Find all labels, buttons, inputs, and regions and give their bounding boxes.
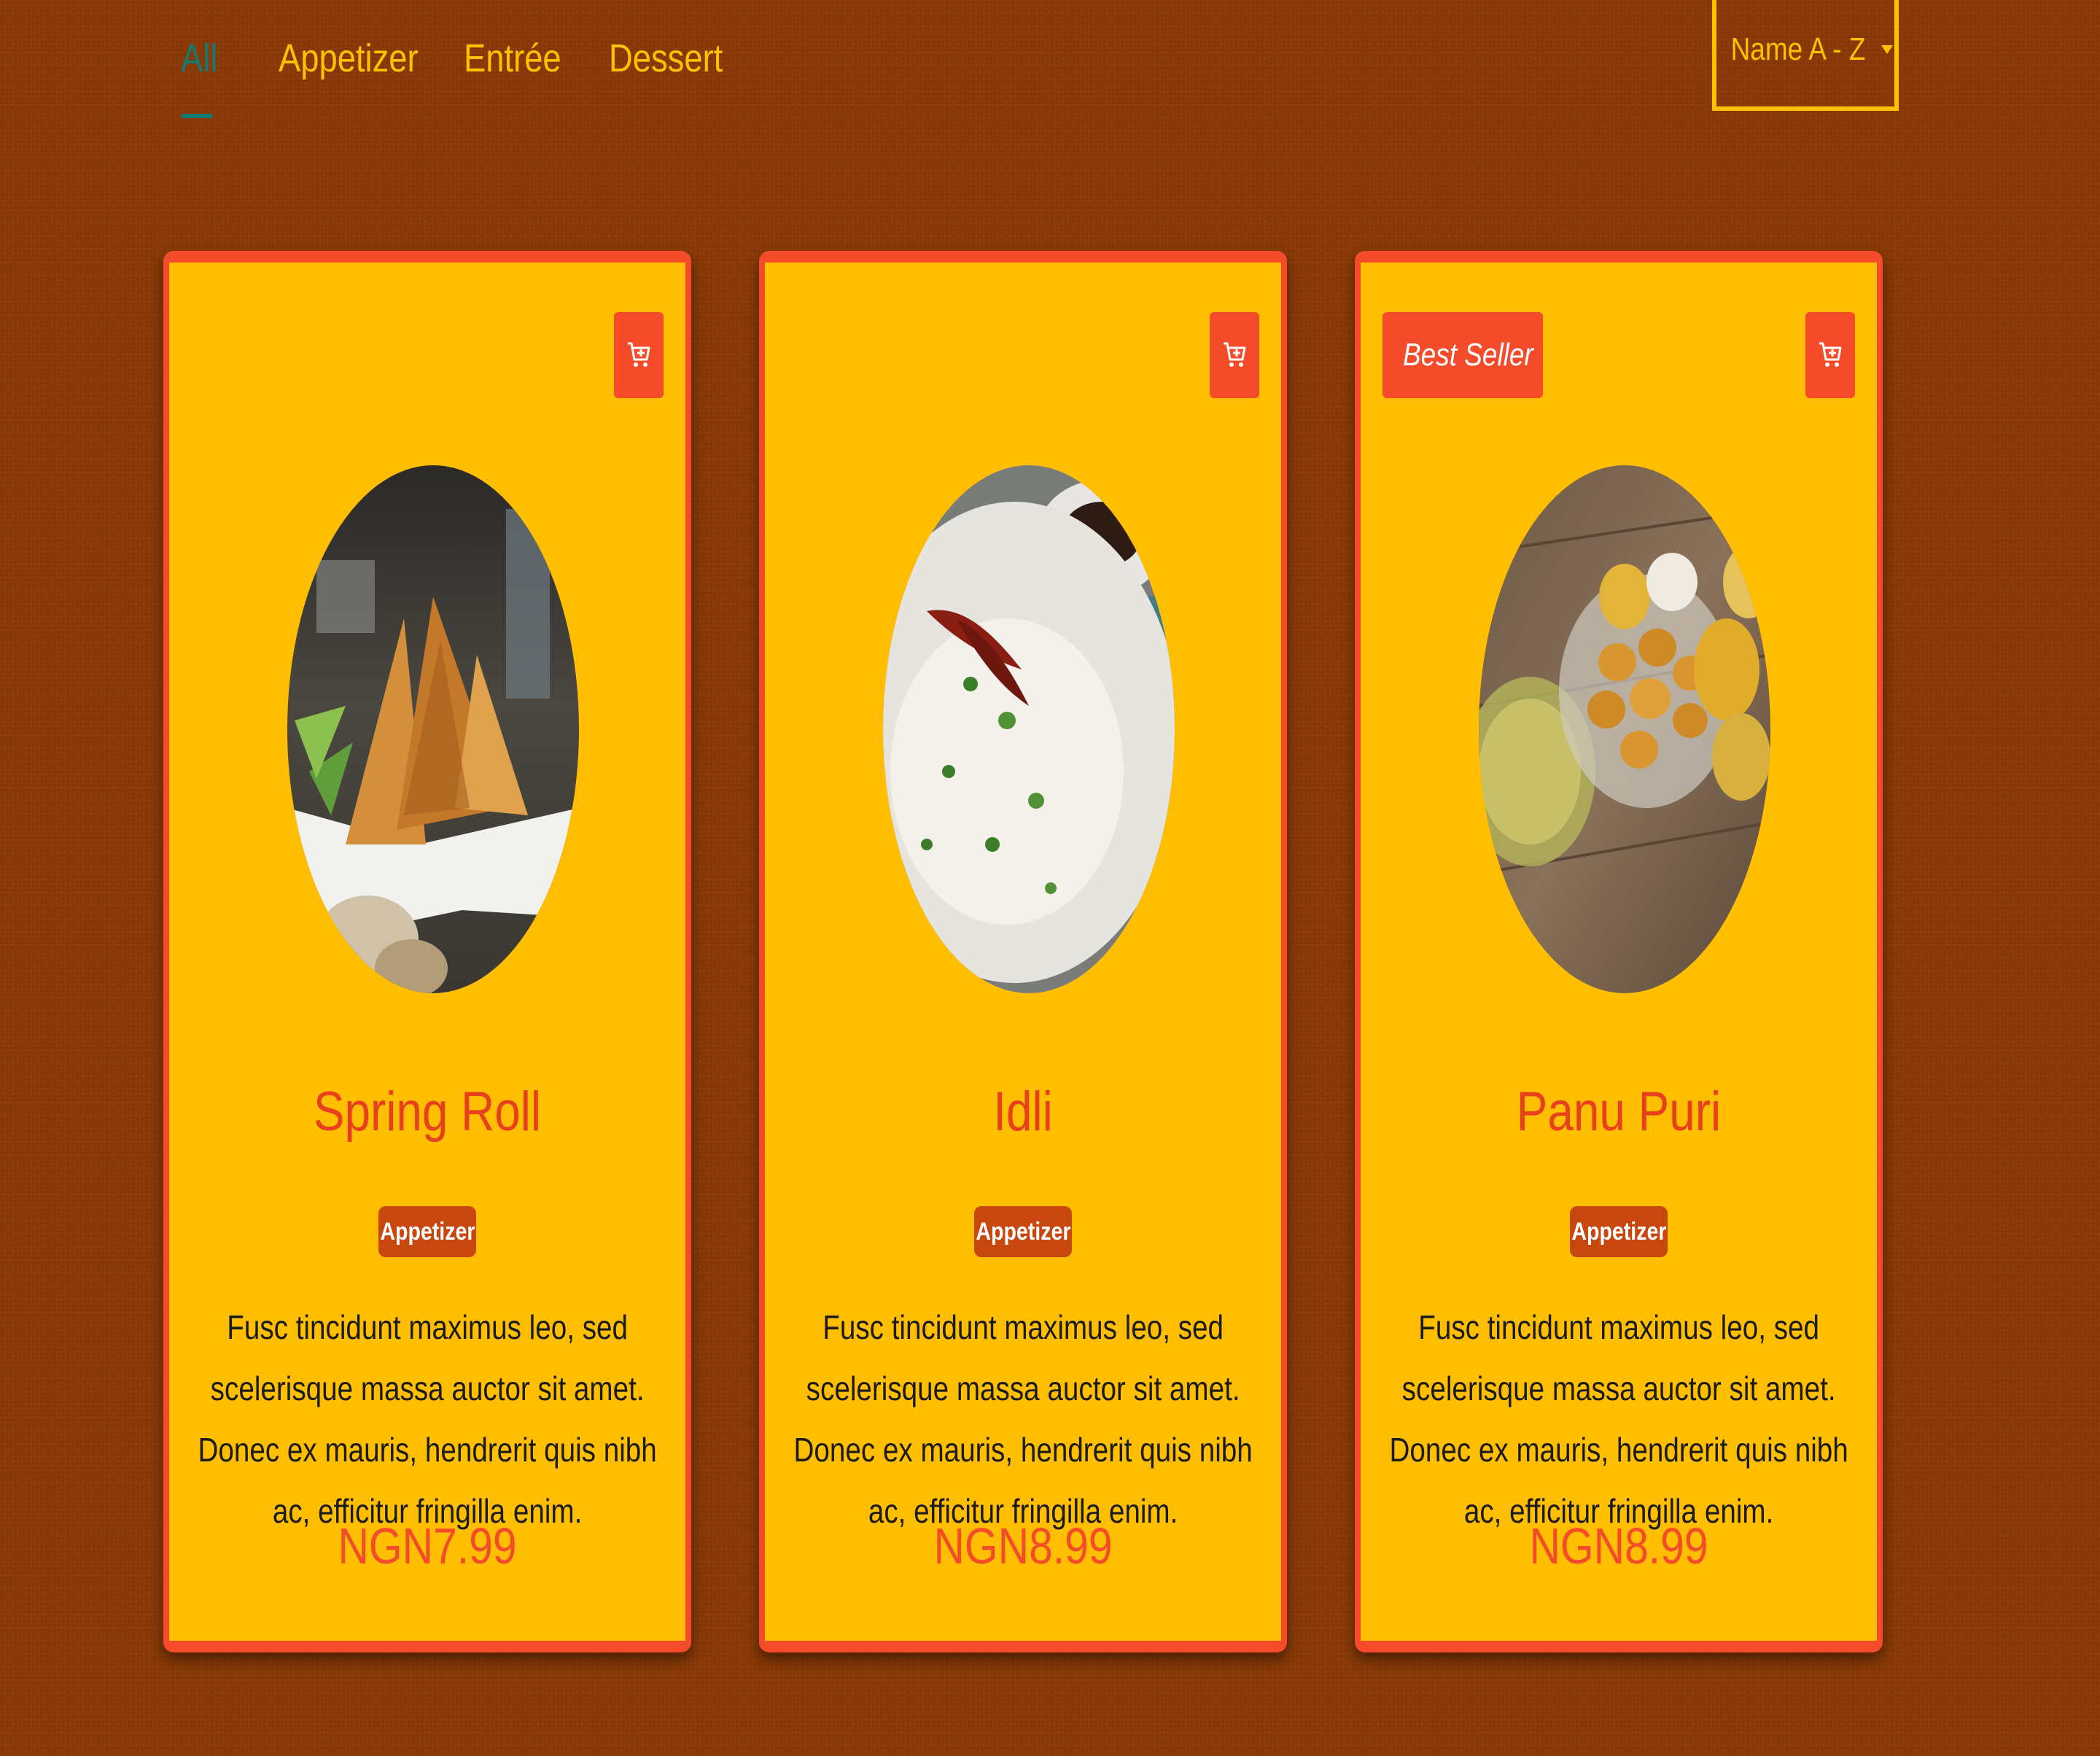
tab-dessert[interactable]: Dessert — [609, 29, 723, 88]
card-price: NGN7.99 — [338, 1518, 517, 1574]
category-badge: Appetizer — [378, 1206, 476, 1257]
cart-plus-icon — [1819, 342, 1842, 367]
sort-selected-value: Name A - Z — [1730, 31, 1866, 67]
menu-card-spring-roll: Spring Roll Appetizer Fusc tincidunt max… — [163, 251, 691, 1652]
cart-plus-icon — [1224, 342, 1246, 367]
card-description: Fusc tincidunt maximus leo, sed sceleris… — [184, 1297, 671, 1542]
active-tab-underline — [181, 114, 213, 118]
card-title: Idli — [993, 1081, 1053, 1143]
category-label: Appetizer — [975, 1217, 1071, 1246]
idli-photo — [883, 465, 1175, 993]
category-label: Appetizer — [1571, 1217, 1667, 1246]
add-to-cart-button[interactable] — [1805, 312, 1855, 398]
best-seller-badge: Best Seller — [1382, 312, 1543, 398]
card-description: Fusc tincidunt maximus leo, sed sceleris… — [779, 1297, 1267, 1542]
spring-roll-photo — [287, 465, 579, 993]
tab-entree[interactable]: Entrée — [464, 29, 561, 88]
description-text: Fusc tincidunt maximus leo, sed sceleris… — [1389, 1308, 1848, 1530]
card-price: NGN8.99 — [1529, 1518, 1708, 1574]
category-badge: Appetizer — [974, 1206, 1072, 1257]
add-to-cart-button[interactable] — [1210, 312, 1259, 398]
description-text: Fusc tincidunt maximus leo, sed sceleris… — [198, 1308, 657, 1530]
sort-dropdown[interactable]: Name A - Z — [1712, 0, 1899, 111]
add-to-cart-button[interactable] — [614, 312, 664, 398]
card-title: Spring Roll — [313, 1081, 542, 1143]
caret-down-icon — [1881, 45, 1894, 54]
category-label: Appetizer — [379, 1217, 475, 1246]
tab-all[interactable]: All — [181, 29, 217, 88]
description-text: Fusc tincidunt maximus leo, sed sceleris… — [793, 1308, 1253, 1530]
card-price: NGN8.99 — [933, 1518, 1113, 1574]
card-description: Fusc tincidunt maximus leo, sed sceleris… — [1375, 1297, 1862, 1542]
menu-card-idli: Idli Appetizer Fusc tincidunt maximus le… — [759, 251, 1287, 1652]
card-title: Panu Puri — [1516, 1081, 1722, 1143]
category-badge: Appetizer — [1570, 1206, 1668, 1257]
best-seller-label: Best Seller — [1402, 337, 1533, 373]
menu-card-panu-puri: Best Seller Panu Puri Appetizer Fusc tin… — [1355, 251, 1883, 1652]
tab-appetizer[interactable]: Appetizer — [279, 29, 419, 88]
panu-puri-photo — [1479, 465, 1770, 993]
cart-plus-icon — [628, 342, 650, 367]
